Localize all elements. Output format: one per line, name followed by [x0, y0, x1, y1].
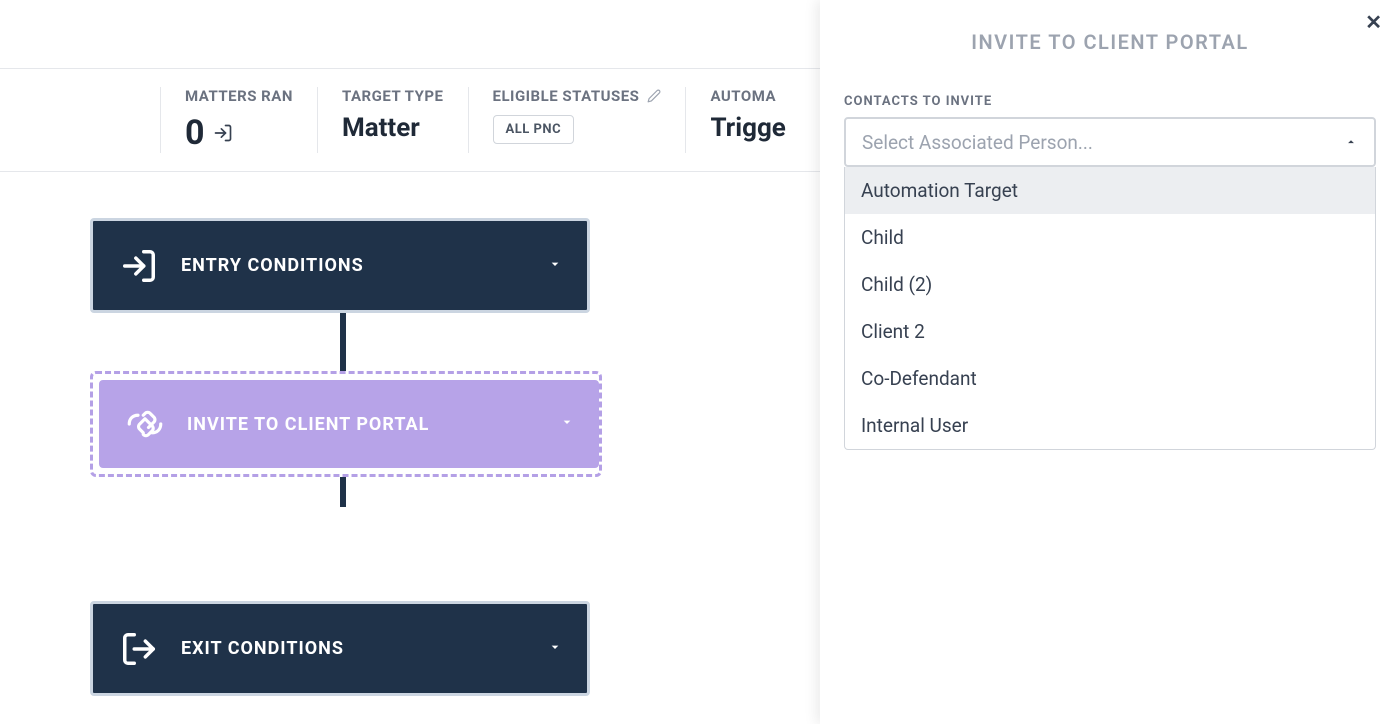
- invite-client-portal-node[interactable]: INVITE TO CLIENT PORTAL: [99, 380, 599, 468]
- dropdown-option[interactable]: Child (2): [845, 261, 1375, 308]
- chevron-down-icon: [547, 639, 563, 659]
- node-label: INVITE TO CLIENT PORTAL: [187, 414, 429, 435]
- entry-icon: [117, 247, 161, 285]
- enter-icon: [213, 123, 233, 143]
- contacts-select[interactable]: Select Associated Person...: [844, 117, 1376, 167]
- caret-up-icon: [1344, 135, 1358, 149]
- panel-title: INVITE TO CLIENT PORTAL: [844, 30, 1376, 54]
- matters-ran-count: 0: [185, 113, 205, 153]
- stat-label: AUTOMA: [710, 87, 785, 105]
- stat-label: MATTERS RAN: [185, 87, 293, 105]
- connector-gap: [90, 507, 602, 601]
- edit-icon[interactable]: [647, 89, 661, 103]
- stat-value: 0: [185, 113, 293, 153]
- node-label: EXIT CONDITIONS: [181, 638, 344, 659]
- stat-target-type: TARGET TYPE Matter: [317, 87, 468, 153]
- flow-canvas: ENTRY CONDITIONS INVITE TO CLIENT PORTAL: [90, 218, 602, 696]
- handshake-icon: [123, 403, 167, 445]
- dropdown-option[interactable]: Child: [845, 214, 1375, 261]
- contacts-field-label: CONTACTS TO INVITE: [844, 94, 1376, 109]
- close-icon[interactable]: ✕: [1365, 10, 1382, 34]
- connector-line: [340, 477, 346, 507]
- chevron-down-icon: [547, 256, 563, 276]
- connector-line: [340, 313, 346, 371]
- select-placeholder: Select Associated Person...: [862, 131, 1093, 154]
- entry-conditions-node[interactable]: ENTRY CONDITIONS: [90, 218, 590, 313]
- stat-matters-ran: MATTERS RAN 0: [160, 87, 317, 153]
- eligible-statuses-text: ELIGIBLE STATUSES: [493, 87, 640, 105]
- stat-label: ELIGIBLE STATUSES: [493, 87, 662, 105]
- stat-eligible-statuses: ELIGIBLE STATUSES ALL PNC: [468, 87, 686, 153]
- stat-value: Matter: [342, 113, 444, 143]
- stat-label: TARGET TYPE: [342, 87, 444, 105]
- chevron-down-icon: [559, 414, 575, 434]
- exit-conditions-node[interactable]: EXIT CONDITIONS: [90, 601, 590, 696]
- contacts-dropdown[interactable]: Automation Target Child Child (2) Client…: [844, 167, 1376, 450]
- exit-icon: [117, 630, 161, 668]
- stat-automation: AUTOMA Trigge: [685, 87, 809, 153]
- dropdown-option[interactable]: Co-Defendant: [845, 355, 1375, 402]
- dropdown-option[interactable]: Automation Target: [845, 167, 1375, 214]
- stat-value: Trigge: [710, 113, 785, 143]
- dropdown-option[interactable]: Client 2: [845, 308, 1375, 355]
- invite-node-wrapper: INVITE TO CLIENT PORTAL: [90, 371, 602, 477]
- dropdown-option[interactable]: Internal User: [845, 402, 1375, 449]
- side-panel-invite: ✕ INVITE TO CLIENT PORTAL CONTACTS TO IN…: [820, 0, 1400, 724]
- status-chip[interactable]: ALL PNC: [493, 115, 575, 144]
- node-label: ENTRY CONDITIONS: [181, 255, 364, 276]
- stat-value: ALL PNC: [493, 115, 662, 144]
